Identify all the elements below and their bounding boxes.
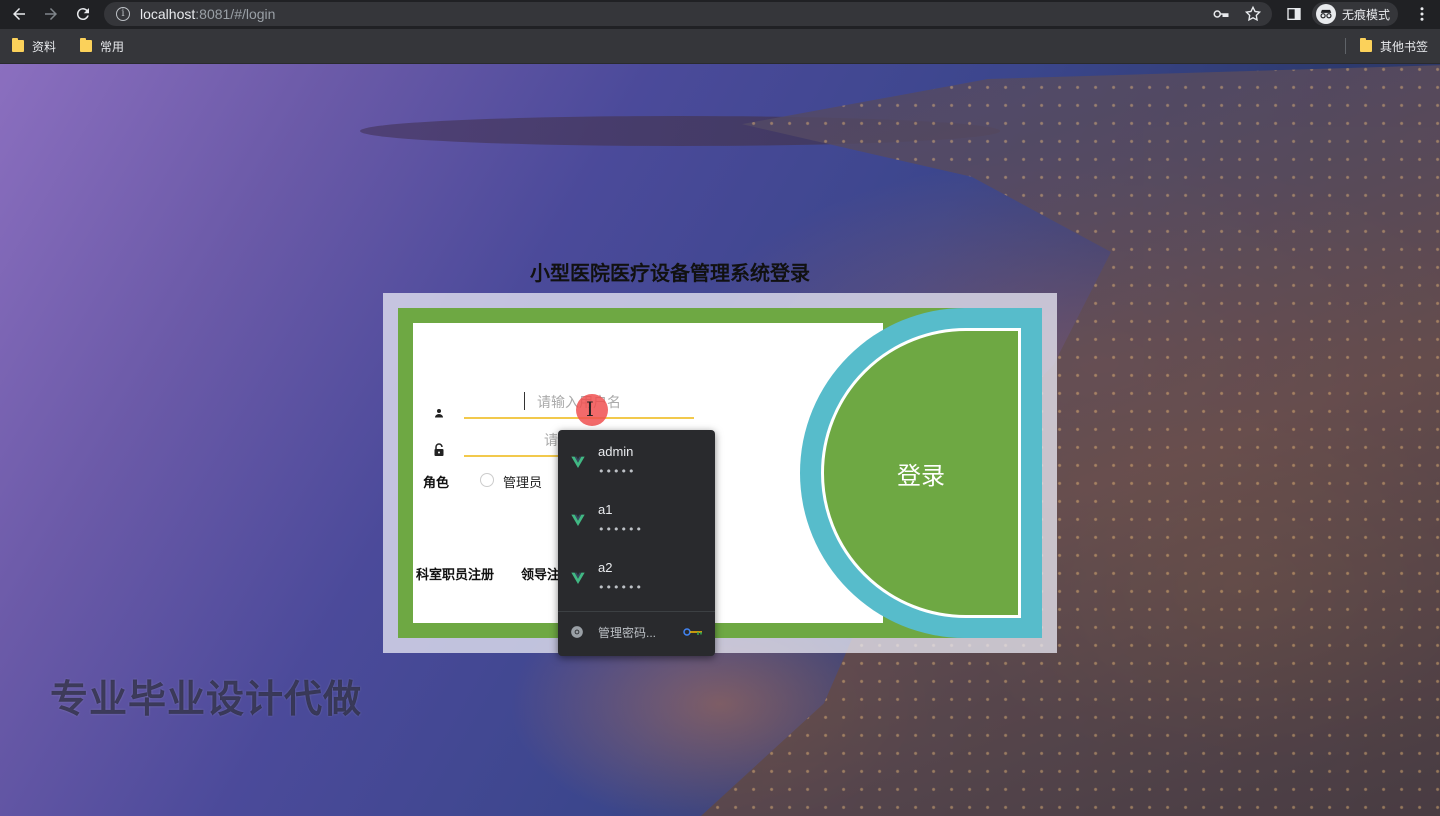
- bookmark-folder-changyong[interactable]: 常用: [72, 32, 132, 60]
- autofill-entry[interactable]: admin •••••: [558, 430, 715, 488]
- side-panel-icon[interactable]: [1286, 6, 1302, 26]
- bookmark-label: 其他书签: [1379, 39, 1428, 54]
- bookmark-label: 资料: [32, 39, 57, 54]
- key-icon[interactable]: [1212, 5, 1230, 27]
- ibeam-cursor-icon: I: [586, 397, 594, 421]
- vue-logo-icon: [571, 456, 585, 468]
- bookmarks-bar: 资料 常用 其他书签: [0, 29, 1440, 64]
- star-icon[interactable]: [1244, 5, 1262, 27]
- watermark-text: 专业毕业设计代做: [50, 677, 363, 721]
- chrome-icon: [571, 626, 583, 638]
- other-bookmarks-folder[interactable]: 其他书签: [1352, 32, 1436, 60]
- autofill-entry[interactable]: a1 ••••••: [558, 488, 715, 546]
- incognito-badge[interactable]: 无痕模式: [1312, 2, 1399, 26]
- incognito-icon: [1316, 4, 1336, 24]
- autofill-password-mask: ••••••: [598, 581, 643, 594]
- user-icon: [433, 404, 445, 418]
- register-leader-link[interactable]: 领导注: [521, 564, 560, 583]
- folder-icon: [12, 38, 24, 52]
- role-label: 角色: [423, 476, 450, 491]
- autofill-username: admin: [598, 444, 634, 459]
- autofill-username: a2: [598, 560, 613, 575]
- autofill-password-mask: ••••••: [598, 523, 643, 536]
- autofill-username: a1: [598, 502, 613, 517]
- url-host: localhost: [140, 6, 196, 22]
- page-background: 小型医院医疗设备管理系统登录 登录 角色 管理员 科室职员注册 领导注 I ad…: [0, 64, 1440, 816]
- page-title: 小型医院医疗设备管理系统登录: [530, 261, 810, 285]
- url-path: :8081/#/login: [195, 6, 276, 22]
- bookmark-separator: [1344, 38, 1346, 54]
- autofill-password-mask: •••••: [598, 465, 636, 478]
- bookmark-folder-ziliao[interactable]: 资料: [4, 32, 64, 60]
- menu-dots-icon[interactable]: [1414, 5, 1430, 27]
- browser-toolbar: i localhost:8081/#/login 无痕模式: [0, 0, 1440, 29]
- url-text: localhost:8081/#/login: [140, 6, 275, 22]
- folder-icon: [80, 38, 93, 52]
- register-staff-link[interactable]: 科室职员注册: [416, 564, 494, 583]
- bookmark-label: 常用: [100, 39, 125, 54]
- address-bar[interactable]: i localhost:8081/#/login: [104, 2, 1272, 26]
- role-radio-admin[interactable]: [480, 473, 494, 487]
- site-info-icon[interactable]: i: [116, 7, 130, 21]
- vue-logo-icon: [571, 572, 585, 584]
- role-option-label: 管理员: [503, 476, 543, 491]
- autofill-entry[interactable]: a2 ••••••: [558, 546, 715, 604]
- vue-logo-icon: [571, 514, 585, 526]
- other-bookmarks-area: 其他书签: [1344, 32, 1436, 60]
- password-autofill-dropdown: admin ••••• a1 •••••• a2 •••••• 管理密码...: [558, 430, 715, 656]
- password-key-icon: [683, 628, 702, 636]
- incognito-label: 无痕模式: [1342, 7, 1391, 22]
- manage-passwords-label: 管理密码...: [598, 625, 657, 640]
- back-icon[interactable]: [6, 1, 32, 27]
- text-caret: [524, 392, 525, 410]
- reload-icon[interactable]: [70, 1, 96, 27]
- lock-icon: [433, 442, 445, 456]
- folder-icon: [1359, 38, 1372, 52]
- forward-icon[interactable]: [38, 1, 64, 27]
- manage-passwords-item[interactable]: 管理密码...: [558, 612, 715, 652]
